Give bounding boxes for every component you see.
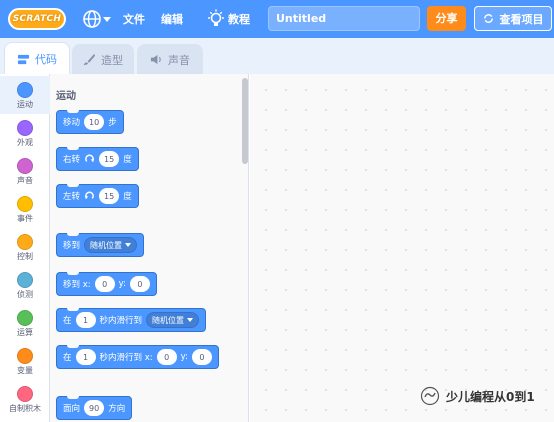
- category-label: 外观: [17, 138, 33, 147]
- category-sensing[interactable]: 侦测: [0, 266, 50, 304]
- variables-dot-icon: [17, 348, 33, 364]
- refresh-icon: [483, 14, 493, 23]
- category-label: 运算: [17, 328, 33, 337]
- share-button[interactable]: 分享: [427, 6, 466, 31]
- y-input[interactable]: 0: [191, 349, 212, 365]
- block-text: y:: [118, 279, 126, 289]
- block-text: 在: [63, 353, 72, 363]
- seconds-input[interactable]: 1: [75, 349, 96, 365]
- block-text: 方向: [108, 404, 126, 414]
- point-direction-block[interactable]: 面向 90 方向: [56, 396, 133, 420]
- block-text: 度: [123, 155, 132, 165]
- category-control[interactable]: 控制: [0, 228, 50, 266]
- category-label: 事件: [17, 214, 33, 223]
- block-text: 移到: [63, 241, 81, 251]
- watermark: 少儿编程从0到1: [420, 386, 535, 406]
- glide-xy-block[interactable]: 在 1 秒内滑行到 x: 0 y: 0: [56, 345, 219, 369]
- tab-sounds-label: 声音: [168, 53, 190, 67]
- project-title-input[interactable]: Untitled: [268, 6, 420, 31]
- rotate-right-icon: [85, 154, 95, 162]
- operators-dot-icon: [17, 310, 33, 326]
- logo-text: SCRATCH: [12, 14, 62, 24]
- category-sound[interactable]: 声音: [0, 152, 50, 190]
- section-title: 运动: [56, 91, 76, 102]
- sound-dot-icon: [17, 158, 33, 174]
- block-text: y:: [180, 352, 188, 362]
- category-label: 自制积木: [9, 404, 41, 413]
- block-palette: 运动 移动 10 步 右转 15 度 左转 15 度 移到 随机位置 移到 x:…: [50, 74, 249, 422]
- glide-to-block[interactable]: 在 1 秒内滑行到 随机位置: [56, 308, 207, 332]
- turn-left-block[interactable]: 左转 15 度: [56, 184, 139, 208]
- x-input[interactable]: 0: [94, 276, 115, 292]
- block-text: 步: [108, 118, 117, 128]
- watermark-text: 少儿编程从0到1: [446, 389, 535, 404]
- goto-block[interactable]: 移到 随机位置: [56, 233, 145, 257]
- block-text: 秒内滑行到 x:: [99, 353, 153, 363]
- goto-xy-block[interactable]: 移到 x: 0 y: 0: [56, 272, 157, 296]
- block-text: 左转: [63, 192, 81, 202]
- tab-sounds[interactable]: 声音: [137, 44, 203, 74]
- lightbulb-icon[interactable]: [207, 9, 225, 29]
- file-menu[interactable]: 文件: [123, 11, 145, 27]
- edit-menu[interactable]: 编辑: [161, 11, 183, 27]
- degrees-input[interactable]: 15: [99, 188, 120, 204]
- block-text: 度: [123, 192, 132, 202]
- category-motion[interactable]: 运动: [0, 76, 50, 114]
- tab-code-label: 代码: [35, 53, 57, 66]
- code-workspace[interactable]: [250, 74, 554, 422]
- category-events[interactable]: 事件: [0, 190, 50, 228]
- speaker-icon: [150, 54, 161, 65]
- looks-dot-icon: [17, 120, 33, 136]
- block-text: 秒内滑行到: [99, 316, 143, 326]
- y-input[interactable]: 0: [129, 276, 150, 292]
- tab-costumes[interactable]: 造型: [72, 44, 134, 74]
- block-text: 移动: [63, 118, 81, 128]
- block-text: 面向: [63, 404, 81, 414]
- my-blocks-dot-icon: [17, 386, 33, 402]
- category-label: 控制: [17, 252, 33, 261]
- wechat-icon: [420, 386, 440, 406]
- category-looks[interactable]: 外观: [0, 114, 50, 152]
- tutorials-menu[interactable]: 教程: [228, 11, 250, 27]
- turn-right-block[interactable]: 右转 15 度: [56, 147, 139, 171]
- category-operators[interactable]: 运算: [0, 304, 50, 342]
- category-menu: 运动 外观 声音 事件 控制 侦测 运算 变量 自制积木: [0, 74, 50, 422]
- brush-icon: [83, 53, 96, 66]
- tab-code[interactable]: 代码: [4, 42, 70, 75]
- sensing-dot-icon: [17, 272, 33, 288]
- category-label: 声音: [17, 176, 33, 185]
- glide-target-dropdown[interactable]: 随机位置: [146, 312, 200, 328]
- block-text: 在: [63, 316, 72, 326]
- direction-input[interactable]: 90: [84, 400, 105, 416]
- scratch-logo[interactable]: SCRATCH: [8, 8, 66, 30]
- see-project-button[interactable]: 查看项目: [474, 6, 552, 31]
- code-icon: [17, 54, 30, 64]
- category-label: 变量: [17, 366, 33, 375]
- steps-input[interactable]: 10: [84, 114, 105, 130]
- palette-scrollbar[interactable]: [242, 78, 248, 164]
- block-text: 移到 x:: [63, 280, 91, 290]
- degrees-input[interactable]: 15: [99, 151, 120, 167]
- chevron-down-icon[interactable]: [103, 17, 111, 22]
- see-project-label: 查看项目: [499, 12, 544, 26]
- category-label: 运动: [17, 100, 33, 109]
- move-steps-block[interactable]: 移动 10 步: [56, 110, 124, 134]
- x-input[interactable]: 0: [156, 349, 177, 365]
- category-variables[interactable]: 变量: [0, 342, 50, 380]
- globe-icon[interactable]: [82, 9, 102, 29]
- rotate-left-icon: [84, 191, 94, 199]
- block-text: 右转: [63, 155, 81, 165]
- motion-dot-icon: [17, 82, 33, 98]
- control-dot-icon: [17, 234, 33, 250]
- menu-bar: SCRATCH 文件 编辑 教程 Untitled 分享 查看项目: [0, 0, 554, 38]
- category-label: 侦测: [17, 290, 33, 299]
- tab-costumes-label: 造型: [101, 53, 123, 67]
- category-my-blocks[interactable]: 自制积木: [0, 380, 50, 418]
- editor-tabs: 代码 造型 声音: [0, 38, 554, 75]
- events-dot-icon: [17, 196, 33, 212]
- goto-target-dropdown[interactable]: 随机位置: [84, 237, 138, 253]
- seconds-input[interactable]: 1: [75, 312, 96, 328]
